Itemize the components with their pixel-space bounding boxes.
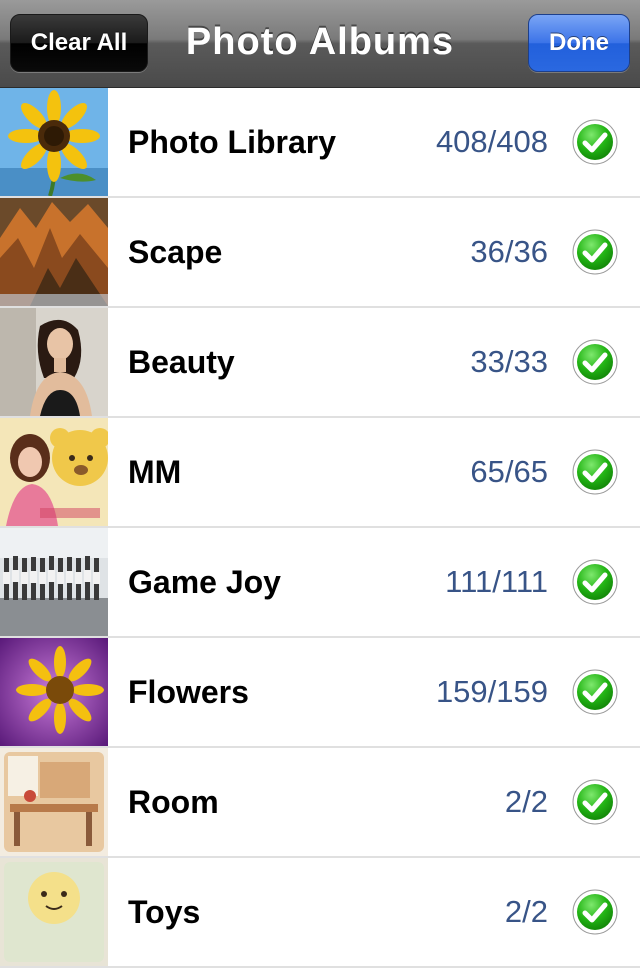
album-count: 65/65 bbox=[470, 454, 548, 489]
checkmark-icon[interactable] bbox=[572, 229, 618, 275]
album-row-toys[interactable]: Toys 2/2 bbox=[0, 858, 640, 968]
album-row-room[interactable]: Room 2/2 bbox=[0, 748, 640, 858]
page-title: Photo Albums bbox=[185, 20, 455, 63]
album-name: Photo Library bbox=[128, 123, 337, 160]
album-row-game-joy[interactable]: Game Joy 111/111 bbox=[0, 528, 640, 638]
navigation-bar: Clear All Photo Albums Done bbox=[0, 0, 640, 88]
portrait-thumbnail bbox=[0, 308, 108, 416]
album-count: 2/2 bbox=[504, 784, 548, 819]
album-name: Toys bbox=[128, 893, 201, 930]
album-name: Room bbox=[128, 783, 219, 820]
album-list: Photo Library 408/408 Scape 36/36 Beauty… bbox=[0, 88, 640, 968]
checkmark-icon[interactable] bbox=[572, 339, 618, 385]
album-name: MM bbox=[128, 453, 182, 490]
album-count: 159/159 bbox=[435, 674, 548, 709]
album-name: Scape bbox=[128, 233, 223, 270]
done-button[interactable]: Done bbox=[528, 14, 630, 72]
album-count: 2/2 bbox=[504, 894, 548, 929]
bear-thumbnail bbox=[0, 418, 108, 526]
album-count: 36/36 bbox=[470, 234, 548, 269]
album-name: Beauty bbox=[128, 343, 235, 380]
checkmark-icon[interactable] bbox=[572, 889, 618, 935]
album-row-mm[interactable]: MM 65/65 bbox=[0, 418, 640, 528]
flower-purple-thumbnail bbox=[0, 638, 108, 746]
clear-all-button[interactable]: Clear All bbox=[10, 14, 148, 72]
checkmark-icon[interactable] bbox=[572, 449, 618, 495]
album-count: 111/111 bbox=[445, 564, 548, 599]
album-count: 33/33 bbox=[470, 344, 548, 379]
toy-thumbnail bbox=[0, 858, 108, 966]
album-row-flowers[interactable]: Flowers 159/159 bbox=[0, 638, 640, 748]
checkmark-icon[interactable] bbox=[572, 559, 618, 605]
album-name: Flowers bbox=[128, 673, 249, 710]
sunflower-thumbnail bbox=[0, 88, 108, 196]
checkmark-icon[interactable] bbox=[572, 669, 618, 715]
album-count: 408/408 bbox=[435, 124, 548, 159]
checkmark-icon[interactable] bbox=[572, 119, 618, 165]
album-name: Game Joy bbox=[128, 563, 281, 600]
album-row-photo-library[interactable]: Photo Library 408/408 bbox=[0, 88, 640, 198]
checkmark-icon[interactable] bbox=[572, 779, 618, 825]
mountain-thumbnail bbox=[0, 198, 108, 306]
album-row-beauty[interactable]: Beauty 33/33 bbox=[0, 308, 640, 418]
album-row-scape[interactable]: Scape 36/36 bbox=[0, 198, 640, 308]
room-thumbnail bbox=[0, 748, 108, 856]
group-thumbnail bbox=[0, 528, 108, 636]
